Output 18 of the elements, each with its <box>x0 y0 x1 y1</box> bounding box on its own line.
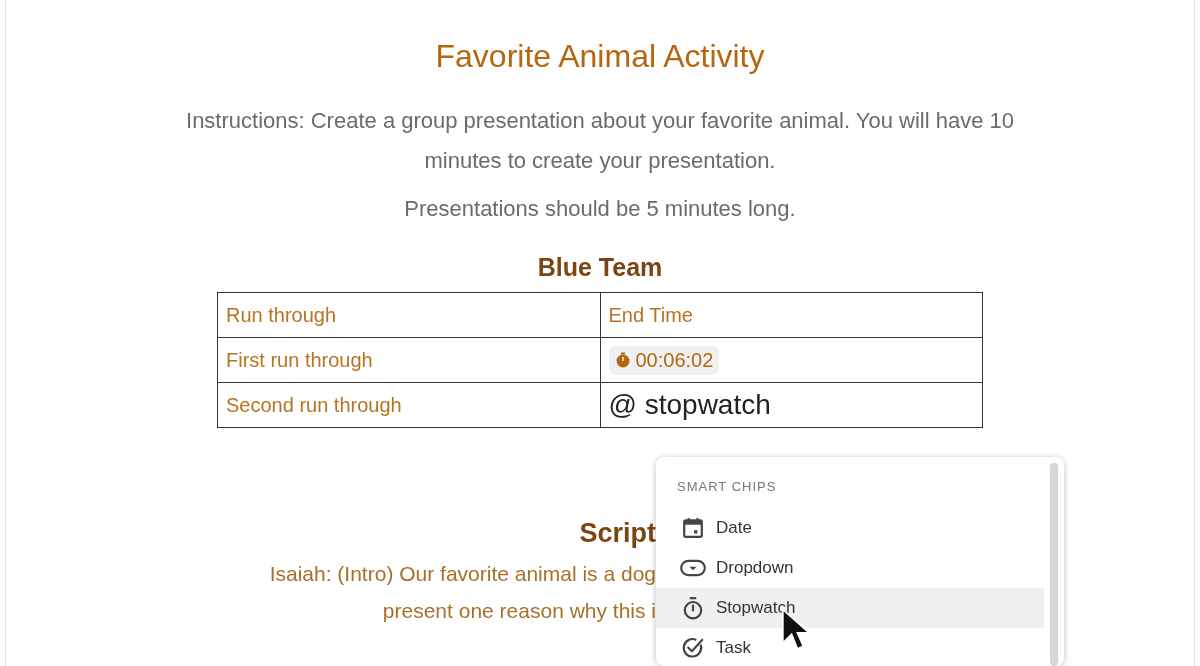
table-cell: Run through <box>217 292 600 338</box>
instruction-text: Presentations should be 5 minutes long. <box>403 195 797 223</box>
script-text: present one reason why this i <box>382 598 656 624</box>
menu-item[interactable]: Task <box>656 628 1044 666</box>
instruction-text: Instructions: Create a group presentation about your favorite animal. You will have 10 minutes to create your presentation. <box>185 107 1015 175</box>
table-cell: Second run through <box>217 382 600 428</box>
menu-heading: SMART CHIPS <box>677 479 778 494</box>
typed-text: @ stopwatch <box>608 389 771 420</box>
menu-item[interactable]: Dropdown <box>656 548 1044 588</box>
document-title: Favorite Animal Activity <box>435 38 765 75</box>
script-text: Isaiah: (Intro) Our favorite animal is a dog <box>269 561 656 587</box>
section-heading: Script <box>579 518 656 549</box>
table-cell: First run through <box>217 337 600 383</box>
stopwatch-chip[interactable]: 00:06:02 <box>608 345 720 375</box>
table-cell: End Time <box>600 292 983 338</box>
menu-item[interactable]: Stopwatch <box>656 588 1044 628</box>
menu-item[interactable]: Date <box>656 508 1044 548</box>
section-heading: Blue Team <box>537 253 663 282</box>
